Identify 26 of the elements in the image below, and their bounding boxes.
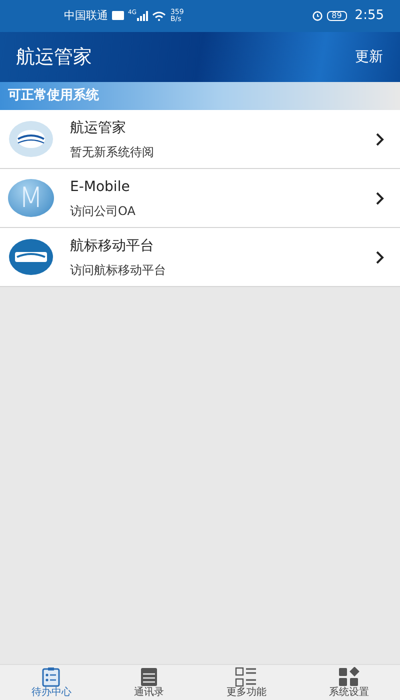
- tab-button[interactable]: 待办中心: [31, 667, 72, 698]
- section-title: 可正常使用系统: [8, 86, 99, 106]
- system-item[interactable]: 航运管家 暂无新系统待阅: [0, 110, 400, 169]
- system-title: E-Mobile: [70, 178, 131, 196]
- system-subtitle: 访问航标移动平台: [70, 262, 166, 278]
- book-icon: [138, 667, 159, 687]
- system-title: 航标移动平台: [70, 236, 155, 256]
- ship-logo-icon: [8, 120, 54, 158]
- tab-button[interactable]: 更多功能: [226, 667, 266, 698]
- carrier-name: 中国联通: [64, 8, 108, 24]
- clipboard-icon: [41, 667, 62, 687]
- system-item[interactable]: M E-Mobile 访问公司OA: [0, 169, 400, 228]
- system-item[interactable]: 航标移动平台 访问航标移动平台: [0, 228, 400, 287]
- system-title: 航运管家: [70, 118, 127, 138]
- app-title: 航运管家: [16, 44, 92, 70]
- letter-logo: M: [8, 179, 54, 217]
- ship-logo-icon: [8, 238, 54, 276]
- system-subtitle: 访问公司OA: [70, 202, 136, 220]
- update-button[interactable]: 更新: [354, 46, 384, 68]
- blocks-icon: [338, 667, 360, 687]
- list-icon: [235, 667, 258, 687]
- system-subtitle: 暂无新系统待阅: [70, 144, 154, 160]
- clock-time: 2:55: [354, 7, 384, 26]
- tab-button[interactable]: 通讯录: [134, 667, 164, 698]
- battery-indicator: 89: [326, 10, 347, 22]
- tab-button[interactable]: 系统设置: [328, 667, 369, 698]
